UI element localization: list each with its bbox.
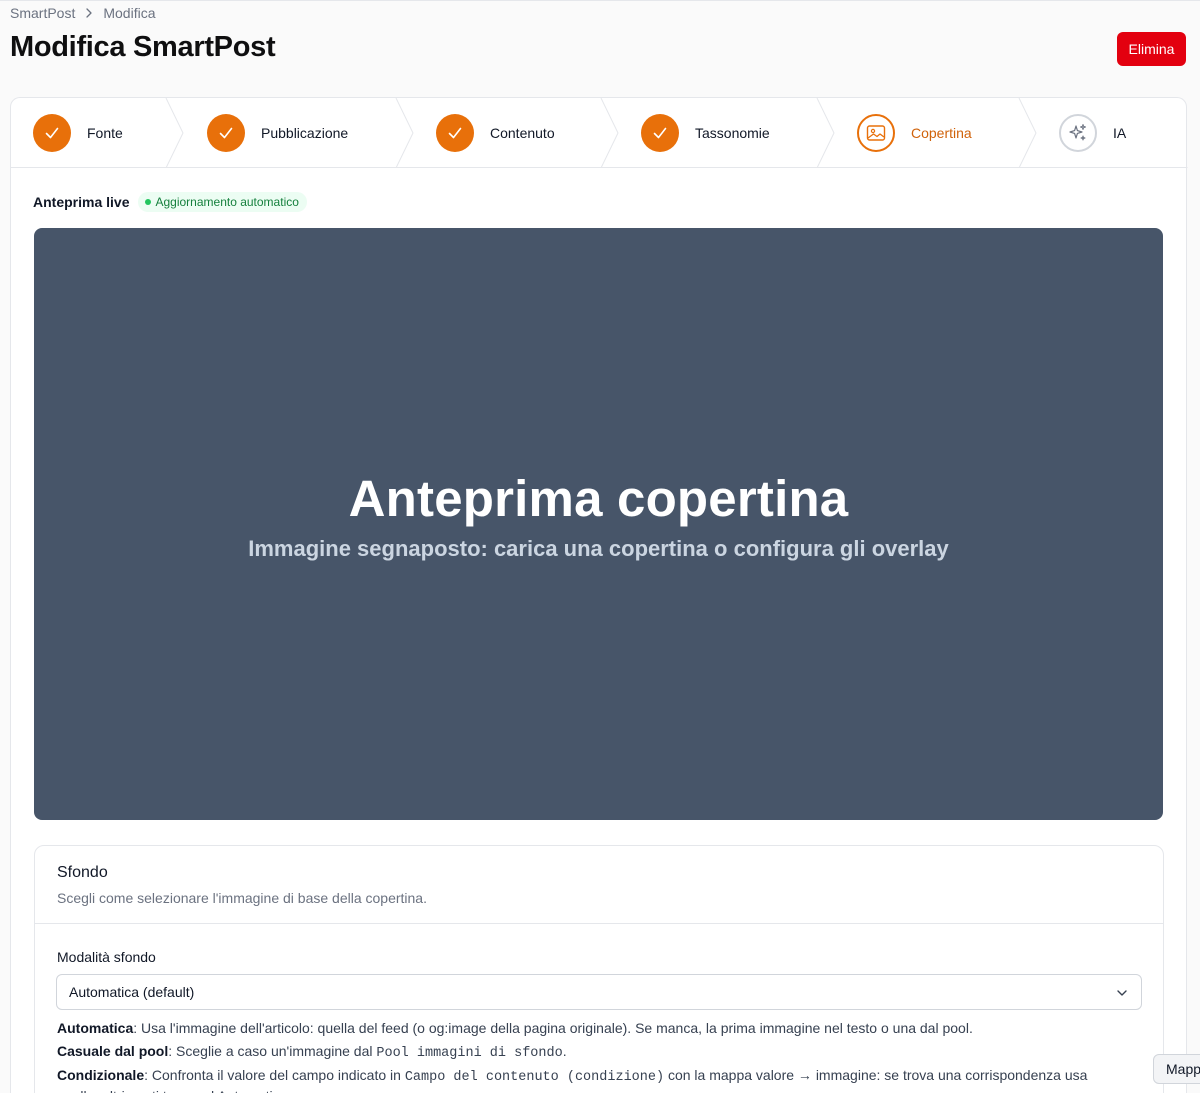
step-label: Copertina [911,125,972,141]
help-text: : Sceglie a caso un'immagine dal [168,1043,377,1059]
help-term: Condizionale [57,1067,145,1083]
breadcrumb: SmartPost Modifica [10,5,156,21]
background-mode-value: Automatica (default) [69,984,195,1000]
step-pubblicazione[interactable]: Pubblicazione [207,98,348,168]
check-icon [436,114,474,152]
live-preview-header: Anteprima live Aggiornamento automatico [33,192,307,212]
live-preview-title: Anteprima live [33,194,130,210]
help-text: : Confronta il valore del campo indicato… [144,1067,405,1083]
help-text: . [562,1043,567,1059]
cover-preview: Anteprima copertina Immagine segnaposto:… [34,228,1163,820]
auto-update-badge-label: Aggiornamento automatico [155,195,299,209]
help-term: Automatica [57,1020,134,1036]
step-copertina[interactable]: Copertina [857,98,972,168]
background-card-description: Scegli come selezionare l'immagine di ba… [57,890,427,906]
breadcrumb-current: Modifica [103,5,156,21]
help-text: : Usa l'immagine dell'articolo: quella d… [133,1020,973,1036]
help-term: Casuale dal pool [57,1043,169,1059]
help-code: Pool immagini di sfondo [376,1046,563,1061]
background-mode-label: Modalità sfondo [57,949,156,965]
breadcrumb-link-smartpost[interactable]: SmartPost [10,5,75,21]
step-label: Fonte [87,125,123,141]
step-label: Tassonomie [695,125,770,141]
cover-preview-title: Anteprima copertina [348,469,849,527]
delete-button[interactable]: Elimina [1117,32,1186,66]
chevron-right-icon [81,5,97,21]
check-icon [207,114,245,152]
tooltip: Mapp [1153,1054,1200,1084]
sparkles-icon [1059,114,1097,152]
image-icon [857,114,895,152]
background-card-title: Sfondo [57,864,108,881]
cover-preview-subtitle: Immagine segnaposto: carica una copertin… [248,535,949,561]
step-tassonomie[interactable]: Tassonomie [641,98,770,168]
wizard-stepper: Fonte Pubblicazione Contenuto Tassonomie… [10,97,1188,168]
check-icon [33,114,71,152]
status-dot-icon [145,199,152,205]
check-icon [641,114,679,152]
help-casuale: Casuale dal pool: Sceglie a caso un'imma… [57,1043,567,1061]
step-separators [11,98,1188,168]
background-mode-select[interactable]: Automatica (default) [56,974,1142,1010]
help-condizionale: Condizionale: Confronta il valore del ca… [57,1066,1127,1093]
help-code: Campo del contenuto (condizione) [404,1070,665,1085]
background-card: Sfondo Scegli come selezionare l'immagin… [34,845,1164,1093]
divider [35,923,1163,924]
step-label: IA [1113,125,1127,141]
auto-update-badge: Aggiornamento automatico [138,192,307,212]
step-fonte[interactable]: Fonte [33,98,123,168]
step-content-panel: Anteprima live Aggiornamento automatico … [10,167,1187,1093]
step-label: Contenuto [490,125,555,141]
help-automatica: Automatica: Usa l'immagine dell'articolo… [57,1020,973,1036]
step-contenuto[interactable]: Contenuto [436,98,555,168]
step-label: Pubblicazione [261,125,349,141]
step-ia[interactable]: IA [1059,98,1126,168]
page-title: Modifica SmartPost [10,31,276,63]
chevron-down-icon [1115,986,1129,1003]
